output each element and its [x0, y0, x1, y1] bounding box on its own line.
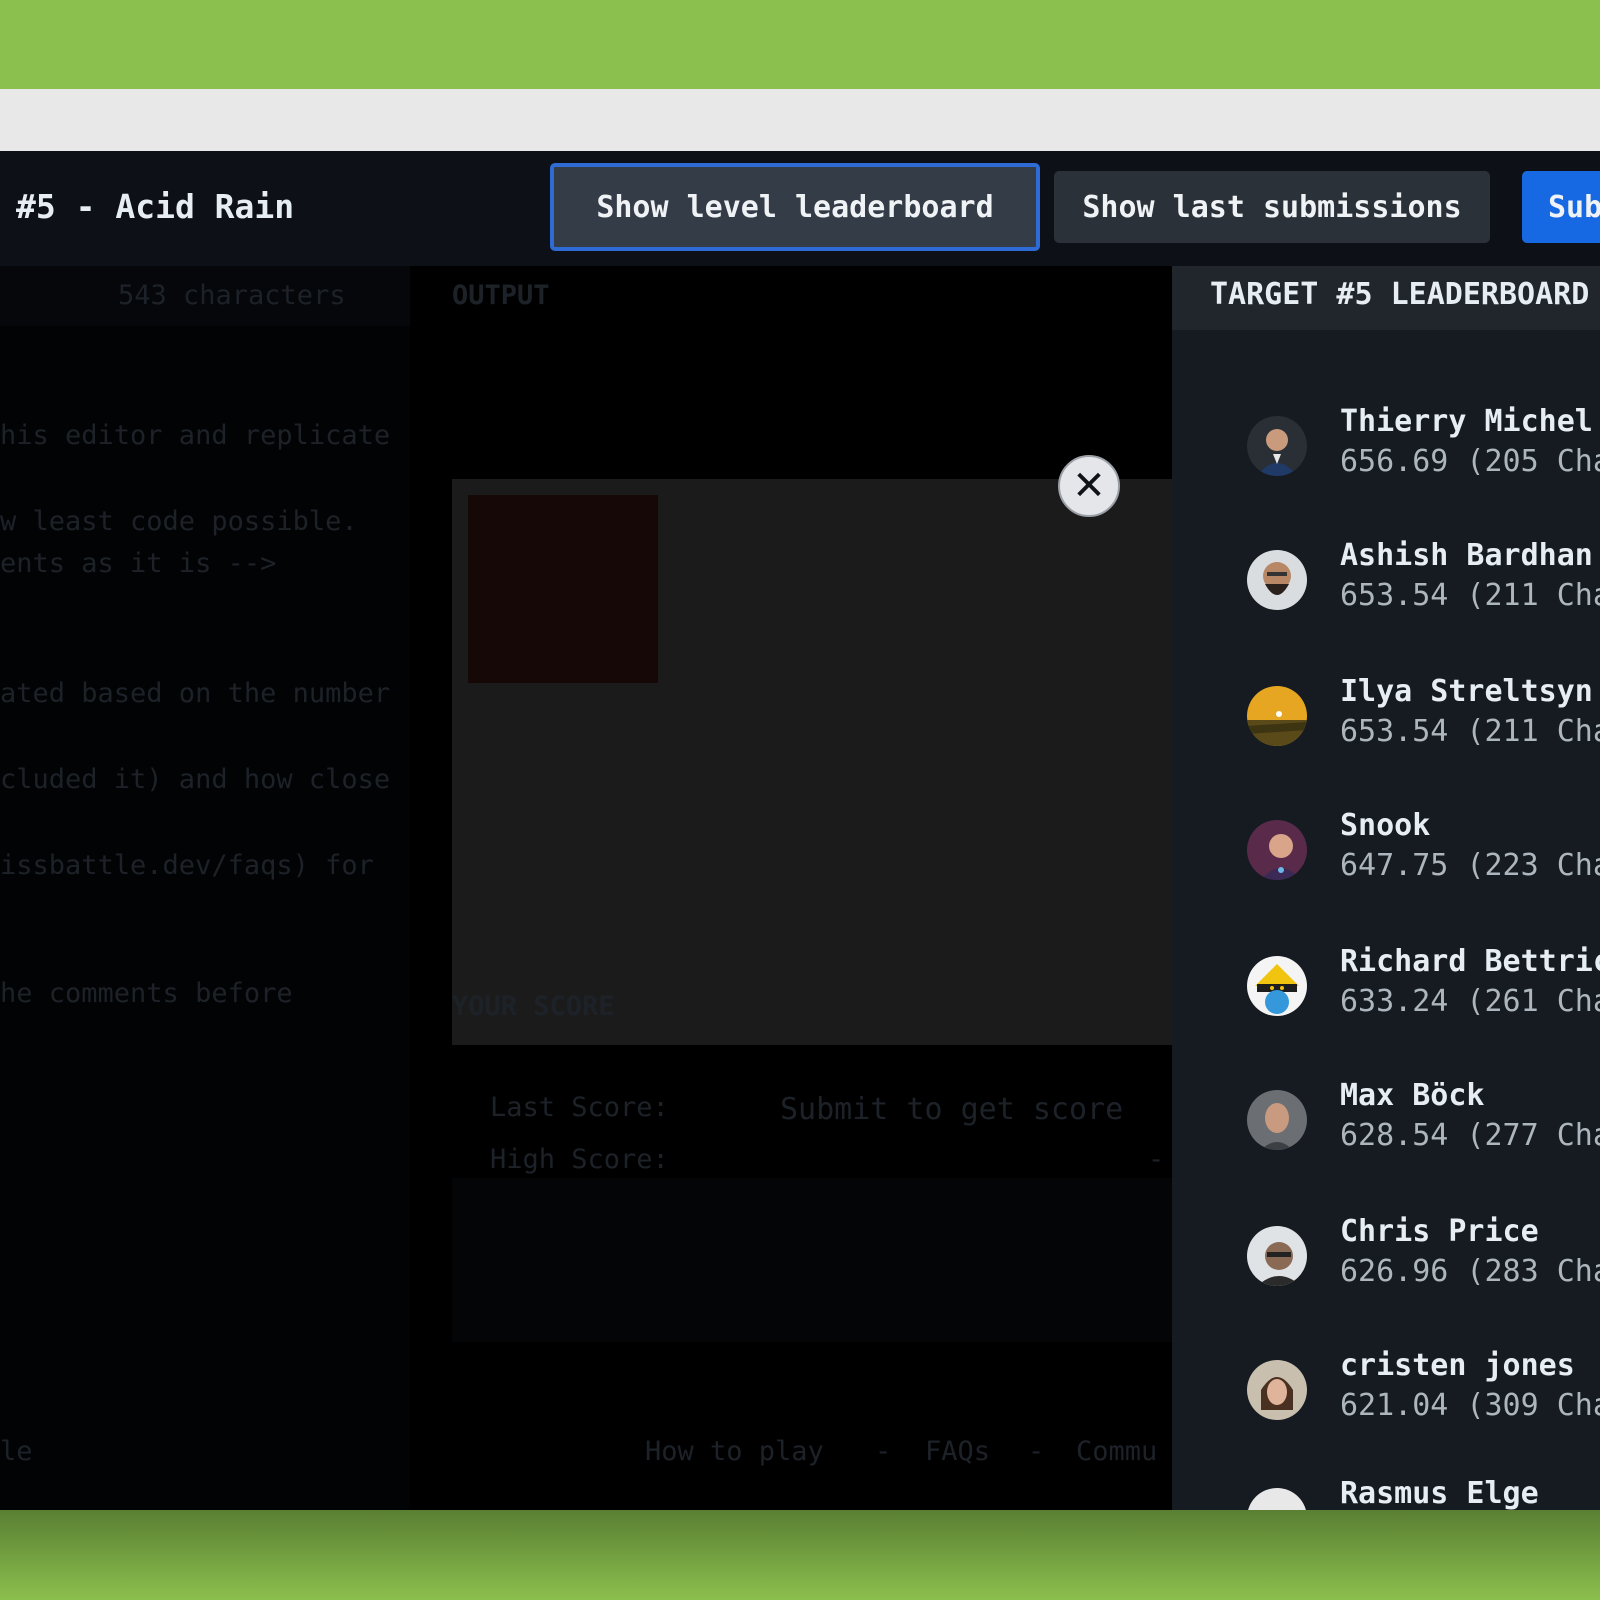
close-icon: ✕ [1072, 463, 1106, 509]
avatar [1247, 416, 1307, 476]
char-count: 543 characters [118, 280, 346, 311]
output-preview [452, 479, 1172, 1045]
leaderboard-entry[interactable]: Richard Bettric 633.24 (261 Cha [1172, 944, 1600, 1044]
footer-separator: - [875, 1436, 892, 1467]
faqs-link[interactable]: FAQs [925, 1436, 990, 1467]
leaderboard-entry[interactable]: Ashish Bardhan 653.54 (211 Cha [1172, 538, 1600, 638]
footer-separator: - [1028, 1436, 1045, 1467]
leaderboard-entry[interactable]: cristen jones 621.04 (309 Cha [1172, 1348, 1600, 1448]
entry-name: Ilya Streltsyn [1340, 674, 1593, 709]
avatar [1247, 1488, 1307, 1510]
output-label: OUTPUT [452, 280, 550, 311]
entry-score: 653.54 (211 Cha [1340, 578, 1600, 613]
header: #5 - Acid Rain Show level leaderboard Sh… [0, 151, 1600, 266]
how-to-play-link[interactable]: How to play [645, 1436, 824, 1467]
avatar [1247, 956, 1307, 1016]
avatar [1247, 820, 1307, 880]
entry-score: 633.24 (261 Cha [1340, 984, 1600, 1019]
avatar [1247, 1090, 1307, 1150]
submit-button[interactable]: Sub [1522, 171, 1600, 243]
score-box [452, 1178, 1172, 1342]
editor-line: cluded it) and how close [0, 764, 391, 795]
entry-name: Rasmus Elge [1340, 1476, 1539, 1510]
entry-name: Ashish Bardhan [1340, 538, 1593, 573]
leaderboard-panel: TARGET #5 LEADERBOARD Thierry Michel 656… [1172, 266, 1600, 1510]
entry-name: Max Böck [1340, 1078, 1485, 1113]
leaderboard-title: TARGET #5 LEADERBOARD [1210, 277, 1590, 312]
leaderboard-entry[interactable]: Chris Price 626.96 (283 Cha [1172, 1214, 1600, 1314]
dimmed-content: 543 characters his editor and replicate … [0, 266, 1172, 1510]
leaderboard-header: TARGET #5 LEADERBOARD [1172, 266, 1600, 330]
high-score-value: - [1148, 1144, 1165, 1175]
leaderboard-entry[interactable]: Max Böck 628.54 (277 Cha [1172, 1078, 1600, 1178]
editor-line: he comments before [0, 978, 293, 1009]
editor-line: his editor and replicate [0, 420, 391, 451]
community-link[interactable]: Commu [1076, 1436, 1157, 1467]
entry-name: Richard Bettric [1340, 944, 1600, 979]
code-editor[interactable] [0, 326, 410, 1510]
last-score-value: Submit to get score [780, 1092, 1124, 1127]
background-top [0, 0, 1600, 89]
entry-score: 626.96 (283 Cha [1340, 1254, 1600, 1289]
close-leaderboard-button[interactable]: ✕ [1058, 455, 1120, 517]
output-square [468, 495, 658, 683]
avatar [1247, 1360, 1307, 1420]
leaderboard-entry[interactable]: Rasmus Elge [1172, 1476, 1600, 1510]
entry-score: 656.69 (205 Cha [1340, 444, 1600, 479]
editor-line: ents as it is --> [0, 548, 277, 579]
level-title: #5 - Acid Rain [16, 187, 295, 226]
entry-score: 653.54 (211 Cha [1340, 714, 1600, 749]
leaderboard-entry[interactable]: Ilya Streltsyn 653.54 (211 Cha [1172, 674, 1600, 774]
entry-name: Chris Price [1340, 1214, 1539, 1249]
high-score-label: High Score: [490, 1144, 669, 1175]
entry-name: cristen jones [1340, 1348, 1575, 1383]
avatar [1247, 550, 1307, 610]
score-label: YOUR SCORE [452, 991, 615, 1022]
show-last-submissions-button[interactable]: Show last submissions [1054, 171, 1490, 243]
editor-line: w least code possible. [0, 506, 358, 537]
entry-name: Thierry Michel [1340, 404, 1593, 439]
entry-score: 628.54 (277 Cha [1340, 1118, 1600, 1153]
browser-chrome [0, 89, 1600, 151]
avatar [1247, 1226, 1307, 1286]
last-score-label: Last Score: [490, 1092, 669, 1123]
app-window: #5 - Acid Rain Show level leaderboard Sh… [0, 151, 1600, 1510]
editor-line: ated based on the number [0, 678, 391, 709]
editor-line: issbattle.dev/faqs) for [0, 850, 374, 881]
leaderboard-entry[interactable]: Snook 647.75 (223 Cha [1172, 808, 1600, 908]
entry-score: 621.04 (309 Cha [1340, 1388, 1600, 1423]
entry-name: Snook [1340, 808, 1431, 843]
avatar [1247, 686, 1307, 746]
entry-score: 647.75 (223 Cha [1340, 848, 1600, 883]
footer-left-text: le [0, 1436, 33, 1467]
leaderboard-entry[interactable]: Thierry Michel 656.69 (205 Cha [1172, 404, 1600, 504]
show-level-leaderboard-button[interactable]: Show level leaderboard [550, 163, 1040, 251]
background-bottom [0, 1510, 1600, 1600]
